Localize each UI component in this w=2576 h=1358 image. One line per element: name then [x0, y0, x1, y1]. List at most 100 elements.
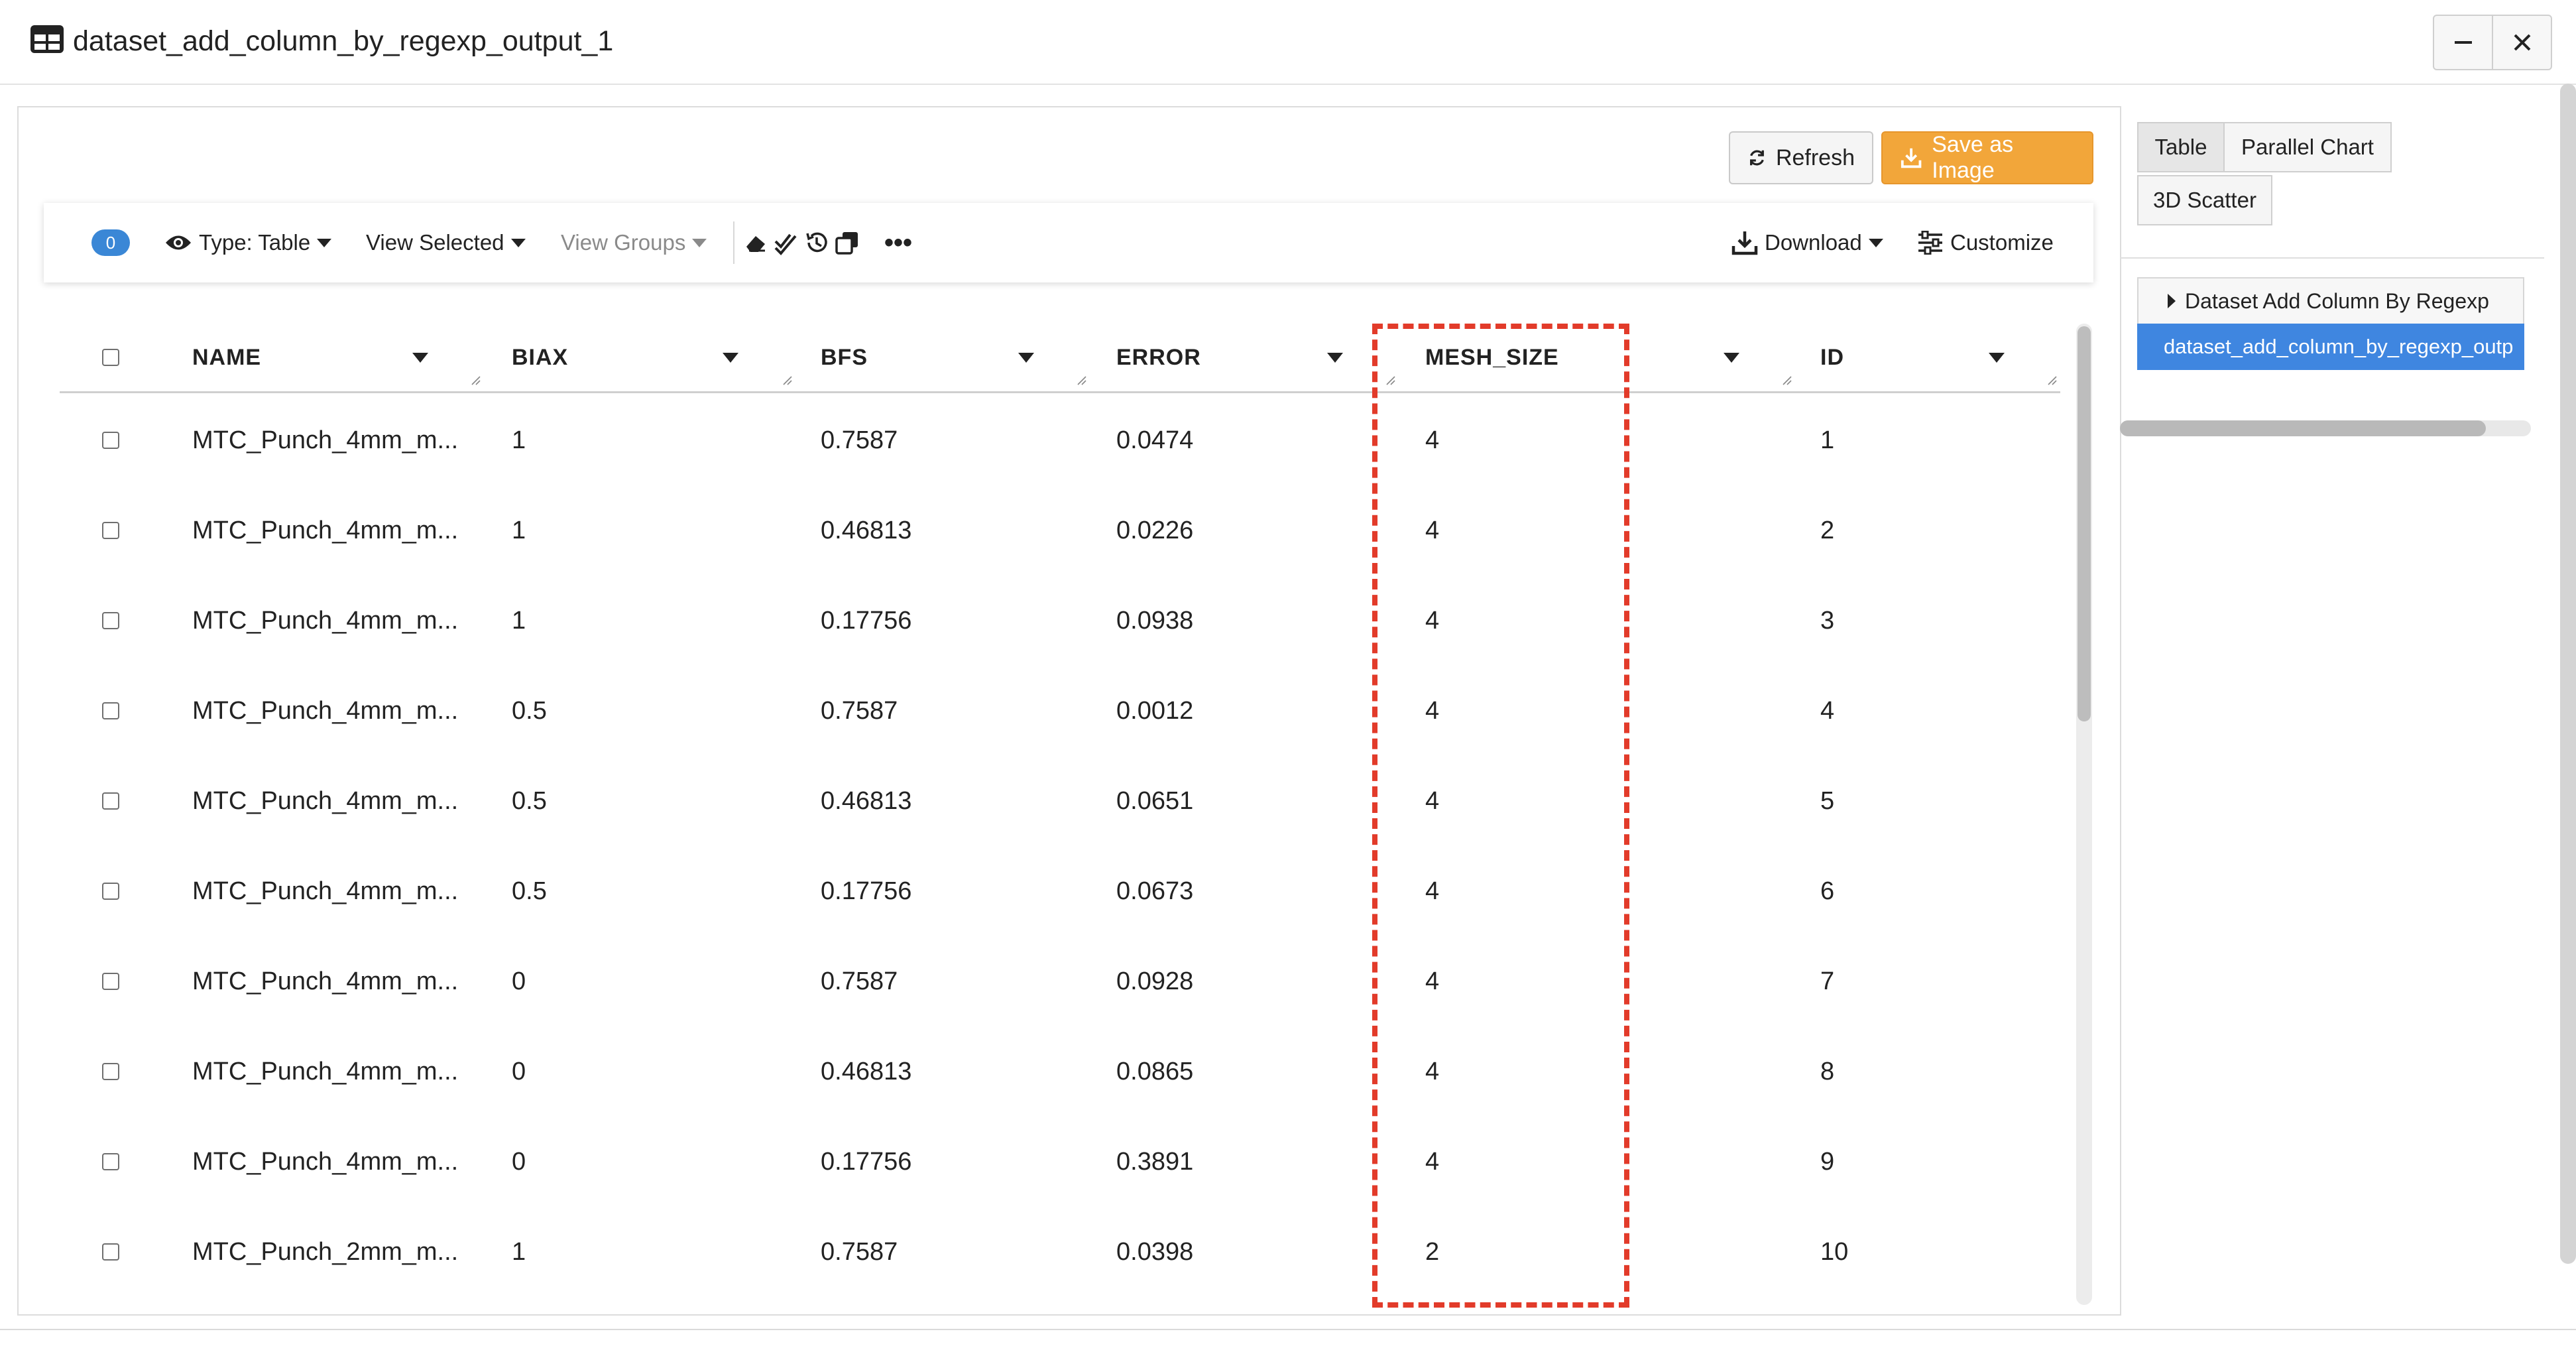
- row-checkbox[interactable]: [102, 702, 119, 719]
- tab-table[interactable]: Table: [2137, 122, 2225, 172]
- view-groups-dropdown[interactable]: View Groups: [561, 203, 707, 282]
- table-row[interactable]: MTC_Punch_4mm_m... 0.5 0.7587 0.0012 4 4: [60, 666, 2060, 756]
- table-scrollbar-thumb[interactable]: [2078, 326, 2091, 721]
- selected-count-badge: 0: [91, 229, 130, 256]
- cell-id: 5: [1820, 786, 1835, 815]
- resize-handle-icon[interactable]: [1782, 375, 1792, 386]
- column-menu-icon[interactable]: [1327, 353, 1343, 363]
- row-checkbox[interactable]: [102, 792, 119, 810]
- row-checkbox[interactable]: [102, 1153, 119, 1170]
- cell-error: 0.0938: [1116, 606, 1194, 635]
- column-label: NAME: [192, 344, 262, 370]
- row-checkbox[interactable]: [102, 973, 119, 990]
- dataset-tree-item-selected[interactable]: dataset_add_column_by_regexp_outp: [2137, 324, 2524, 370]
- resize-handle-icon[interactable]: [1385, 375, 1396, 386]
- cell-id: 1: [1820, 426, 1835, 454]
- resize-handle-icon[interactable]: [471, 375, 481, 386]
- column-header-mesh-size[interactable]: MESH_SIZE: [1425, 324, 1559, 391]
- copy-icon[interactable]: [834, 229, 860, 256]
- cell-mesh-size: 4: [1425, 426, 1440, 454]
- resize-handle-icon[interactable]: [1077, 375, 1087, 386]
- cell-bfs: 0.7587: [821, 1237, 898, 1266]
- column-menu-icon[interactable]: [1989, 353, 2005, 363]
- customize-button[interactable]: Customize: [1917, 203, 2054, 282]
- table-row[interactable]: MTC_Punch_4mm_m... 1 0.7587 0.0474 4 1: [60, 395, 2060, 485]
- column-header-bfs[interactable]: BFS: [821, 324, 868, 391]
- cell-name: MTC_Punch_4mm_m...: [192, 967, 459, 995]
- resize-handle-icon[interactable]: [782, 375, 793, 386]
- save-as-image-button[interactable]: Save as Image: [1881, 131, 2093, 184]
- type-dropdown[interactable]: Type: Table: [164, 203, 332, 282]
- row-checkbox[interactable]: [102, 522, 119, 539]
- more-options-button[interactable]: •••: [884, 203, 912, 282]
- cell-name: MTC_Punch_4mm_m...: [192, 516, 459, 544]
- column-header-error[interactable]: ERROR: [1116, 324, 1201, 391]
- resize-handle-icon[interactable]: [2047, 375, 2058, 386]
- cell-bfs: 0.46813: [821, 1057, 912, 1085]
- cell-biax: 0.5: [512, 696, 547, 725]
- row-select-cell: [102, 1026, 119, 1117]
- eraser-icon[interactable]: [742, 229, 769, 256]
- cell-id: 8: [1820, 1057, 1835, 1085]
- cell-id: 6: [1820, 877, 1835, 905]
- window-vertical-scrollbar[interactable]: [2560, 84, 2576, 1264]
- cell-error: 0.0673: [1116, 877, 1194, 905]
- double-check-icon[interactable]: [773, 229, 799, 256]
- column-header-name[interactable]: NAME: [192, 324, 261, 391]
- cell-error: 0.0474: [1116, 426, 1194, 454]
- row-select-cell: [102, 846, 119, 936]
- table-row[interactable]: MTC_Punch_4mm_m... 0 0.7587 0.0928 4 7: [60, 936, 2060, 1026]
- row-checkbox[interactable]: [102, 883, 119, 900]
- table-row[interactable]: MTC_Punch_4mm_m... 0.5 0.46813 0.0651 4 …: [60, 756, 2060, 846]
- cell-mesh-size: 4: [1425, 1057, 1440, 1085]
- cell-biax: 0.5: [512, 877, 547, 905]
- close-button[interactable]: [2492, 16, 2551, 69]
- cell-error: 0.3891: [1116, 1147, 1194, 1176]
- download-dropdown[interactable]: Download: [1731, 203, 1883, 282]
- column-header-biax[interactable]: BIAX: [512, 324, 568, 391]
- view-selected-dropdown[interactable]: View Selected: [366, 203, 526, 282]
- dataset-tree-header[interactable]: Dataset Add Column By Regexp: [2137, 277, 2524, 324]
- dataset-tree-label: Dataset Add Column By Regexp: [2185, 288, 2489, 313]
- tab-3d-scatter[interactable]: 3D Scatter: [2137, 175, 2272, 225]
- column-header-id[interactable]: ID: [1820, 324, 1844, 391]
- refresh-icon: [1750, 150, 1764, 166]
- cell-mesh-size: 4: [1425, 696, 1440, 725]
- refresh-button[interactable]: Refresh: [1729, 131, 1873, 184]
- column-menu-icon[interactable]: [723, 353, 738, 363]
- side-scrollbar-thumb[interactable]: [2120, 420, 2486, 436]
- cell-error: 0.0012: [1116, 696, 1194, 725]
- window-titlebar: dataset_add_column_by_regexp_output_1: [0, 0, 2576, 85]
- row-checkbox[interactable]: [102, 1063, 119, 1080]
- table-row[interactable]: MTC_Punch_4mm_m... 0.5 0.17756 0.0673 4 …: [60, 846, 2060, 936]
- row-checkbox[interactable]: [102, 1243, 119, 1261]
- row-checkbox[interactable]: [102, 432, 119, 449]
- minimize-button[interactable]: [2434, 16, 2492, 69]
- row-select-cell: [102, 1207, 119, 1297]
- column-menu-icon[interactable]: [1018, 353, 1034, 363]
- history-icon[interactable]: [803, 229, 830, 256]
- row-checkbox[interactable]: [102, 612, 119, 629]
- column-menu-icon[interactable]: [1724, 353, 1739, 363]
- tab-parallel-chart[interactable]: Parallel Chart: [2223, 122, 2392, 172]
- cell-mesh-size: 4: [1425, 967, 1440, 995]
- download-icon: [1731, 231, 1758, 255]
- selected-count[interactable]: 0: [91, 203, 130, 282]
- table-row[interactable]: MTC_Punch_4mm_m... 1 0.17756 0.0938 4 3: [60, 576, 2060, 666]
- row-select-cell: [102, 576, 119, 666]
- cell-error: 0.0928: [1116, 967, 1194, 995]
- table-row[interactable]: MTC_Punch_4mm_m... 1 0.46813 0.0226 4 2: [60, 485, 2060, 576]
- select-all-cell: [102, 324, 119, 391]
- column-menu-icon[interactable]: [412, 353, 428, 363]
- table-row[interactable]: MTC_Punch_2mm_m... 1 0.7587 0.0398 2 10: [60, 1207, 2060, 1297]
- table-row[interactable]: MTC_Punch_4mm_m... 0 0.46813 0.0865 4 8: [60, 1026, 2060, 1117]
- column-label: ID: [1820, 344, 1844, 370]
- cell-id: 4: [1820, 696, 1835, 725]
- window-controls: [2433, 15, 2552, 70]
- row-select-cell: [102, 936, 119, 1026]
- table-row[interactable]: MTC_Punch_4mm_m... 0 0.17756 0.3891 4 9: [60, 1117, 2060, 1207]
- cell-name: MTC_Punch_4mm_m...: [192, 426, 459, 454]
- caret-down-icon: [1868, 238, 1883, 247]
- select-all-checkbox[interactable]: [102, 349, 119, 366]
- column-label: ERROR: [1116, 344, 1201, 370]
